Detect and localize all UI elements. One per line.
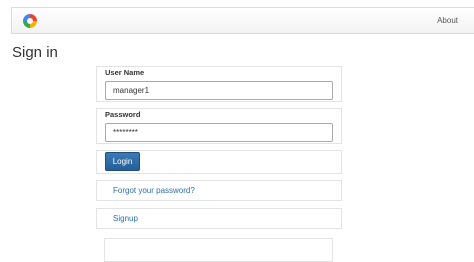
username-label: User Name bbox=[105, 68, 145, 77]
signup-panel: Signup bbox=[96, 208, 342, 229]
password-panel: Password bbox=[96, 108, 342, 144]
login-panel: Login bbox=[96, 150, 342, 174]
bottom-panel bbox=[104, 238, 333, 262]
app-logo-icon[interactable] bbox=[22, 13, 38, 29]
forgot-password-link[interactable]: Forgot your password? bbox=[113, 186, 195, 195]
page-title: Sign in bbox=[12, 44, 58, 61]
username-panel: User Name bbox=[96, 66, 342, 102]
username-input[interactable] bbox=[105, 81, 333, 100]
forgot-password-panel: Forgot your password? bbox=[96, 180, 342, 201]
nav-about-link[interactable]: About bbox=[437, 16, 458, 25]
top-navbar: About bbox=[11, 7, 474, 34]
password-input[interactable] bbox=[105, 123, 333, 142]
password-label: Password bbox=[105, 110, 141, 119]
signup-link[interactable]: Signup bbox=[113, 214, 138, 223]
login-button[interactable]: Login bbox=[105, 152, 140, 171]
